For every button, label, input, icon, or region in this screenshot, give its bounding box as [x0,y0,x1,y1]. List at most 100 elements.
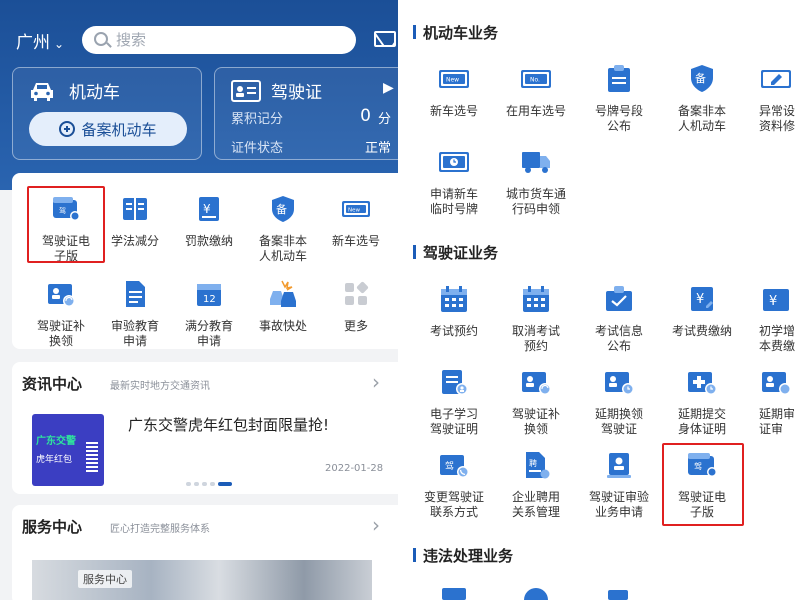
search-bar[interactable] [82,26,356,54]
carousel-dots [186,482,232,486]
service-learner-fee[interactable]: ¥ 初学增 本费缴 [745,284,800,354]
grid-item-full-score-edu[interactable]: 12 满分教育 申请 [171,279,247,349]
grid-item-label: 事故快处 [258,319,307,333]
grid-item-study[interactable]: 学法减分 [97,194,173,249]
service-study-cert[interactable]: 电子学习 驾驶证明 [413,367,495,437]
service-plate-no[interactable]: No. 在用车选号 [495,64,577,119]
panel-divider [398,0,407,600]
grid-item-fine[interactable]: ¥ 罚款缴纳 [171,194,247,249]
service-label: 初学增 [759,324,796,338]
service-label: 企业聘用 [511,490,560,504]
service-health-cert[interactable]: 延期提交 身体证明 [661,367,743,437]
service-new-plate[interactable]: New 新车选号 [413,64,495,119]
license-extend-icon [605,372,634,395]
service-review-apply[interactable]: 驾驶证审验 业务申请 [578,450,660,520]
accident-icon [270,280,296,307]
license-card-icon [231,80,261,102]
service-license-renew[interactable]: 驾驶证补 换领 [495,367,577,437]
news-headline[interactable]: 广东交警虎年红包封面限量抢! [128,414,329,435]
exam-info-icon [606,286,632,311]
service-label: 变更驾驶证 [423,490,484,504]
vehicle-card[interactable]: 机动车 备案机动车 [12,67,202,160]
record-vehicle-button[interactable]: 备案机动车 [29,112,187,146]
truck-icon [522,152,550,173]
calendar-cancel-icon [523,286,549,312]
service-license-extend[interactable]: 延期换领 驾驶证 [578,367,660,437]
svg-text:¥: ¥ [769,294,777,309]
service-exam-info[interactable]: 考试信息 公布 [578,284,660,354]
status-value: 正常 [364,141,391,156]
shield-record-icon: 备 [272,196,294,222]
service-label: 预约 [523,339,548,353]
service-contact-change[interactable]: 驾 变更驾驶证 联系方式 [413,450,495,520]
service-label: 公布 [606,119,631,133]
contact-change-icon: 驾 [440,455,469,478]
service-temp-plate[interactable]: 申请新车 临时号牌 [413,147,495,217]
news-thumbnail[interactable]: 广东交警 虎年红包 [32,414,104,486]
service-label: 延期审 [759,407,796,421]
status-label: 证件状态 [231,141,284,156]
service-label: 异常设 [759,104,796,118]
temp-plate-icon [439,152,469,172]
service-cancel-exam[interactable]: 取消考试 预约 [495,284,577,354]
service-title: 服务中心 [22,518,83,536]
svg-text:¥: ¥ [203,202,211,216]
service-record-other[interactable]: 备 备案非本 人机动车 [661,64,743,134]
service-label: 驾驶证补 [511,407,560,421]
grid-item-review-edu[interactable]: 审验教育 申请 [97,279,173,349]
service-exam-booking[interactable]: 考试预约 [413,284,495,339]
service-label: 在用车选号 [505,104,566,118]
carousel-dot [210,482,215,486]
service-banner-tag: 服务中心 [78,570,132,588]
chevron-right-icon[interactable]: › [372,513,380,537]
grid-item-label: 换领 [48,334,73,348]
service-employment[interactable]: 聘 企业聘用 关系管理 [495,450,577,520]
service-label: 延期提交 [677,407,726,421]
grid-item-label: 学法减分 [110,234,159,248]
carousel-dot [202,482,207,486]
grid-item-accident[interactable]: 事故快处 [245,279,321,334]
news-subtitle: 最新实时地方交通资讯 [110,381,210,392]
edit-card-icon [761,70,791,88]
grid-item-record-other[interactable]: 备 备案非本 人机动车 [245,194,321,264]
service-label: 公布 [606,339,631,353]
status-row: 证件状态 正常 [231,137,398,156]
yen-card-icon: ¥ [763,289,789,311]
service-label: 驾驶证明 [429,422,478,436]
car-icon [31,83,53,101]
service-exam-fee[interactable]: ¥ 考试费缴纳 [661,284,743,339]
service-subtitle: 匠心打造完整服务体系 [110,524,210,535]
new-plate-icon: New [342,201,370,217]
plus-circle-icon [59,121,76,137]
points-label: 累积记分 [231,112,284,127]
section-title-license: 驾驶证业务 [413,242,498,263]
service-plate-range[interactable]: 号牌号段 公布 [578,64,660,134]
service-label: 新车选号 [429,104,478,118]
svg-text:New: New [348,208,360,214]
home-panel: 广州 ⌄ 机动车 备案机动车 驾驶证 ▶ 累积记分 [0,0,398,600]
grid-item-license-renew[interactable]: 驾驶证补 换领 [23,279,99,349]
svg-text:驾: 驾 [445,461,454,472]
section-title-violation: 违法处理业务 [413,545,513,566]
employment-icon: 聘 [526,452,550,479]
grid-item-more[interactable]: 更多 [318,279,394,334]
chevron-down-icon: ⌄ [54,37,65,51]
service-label: 延期换领 [594,407,643,421]
grid-item-label: 申请 [196,334,221,348]
service-truck-pass[interactable]: 城市货车通 行码申领 [495,147,577,217]
service-label: 联系方式 [429,505,478,519]
service-abnormal-edit[interactable]: 异常设 资料修 [745,64,800,134]
news-title: 资讯中心 [22,375,83,393]
license-card[interactable]: 驾驶证 ▶ 累积记分 0 分 证件状态 正常 [214,67,398,160]
svg-text:New: New [446,77,459,84]
grid-item-new-plate[interactable]: New 新车选号 [318,194,394,249]
city-selector[interactable]: 广州 ⌄ [16,28,64,53]
news-date: 2022-01-28 [325,463,384,474]
search-input[interactable] [116,30,336,50]
chevron-right-icon[interactable]: › [372,370,380,394]
thumb-title: 广东交警 [36,436,76,447]
mail-icon[interactable] [374,31,396,47]
grid-item-label: 更多 [343,319,368,333]
study-cert-icon [442,370,468,395]
service-review-extend[interactable]: 延期审 证审 [745,367,800,437]
